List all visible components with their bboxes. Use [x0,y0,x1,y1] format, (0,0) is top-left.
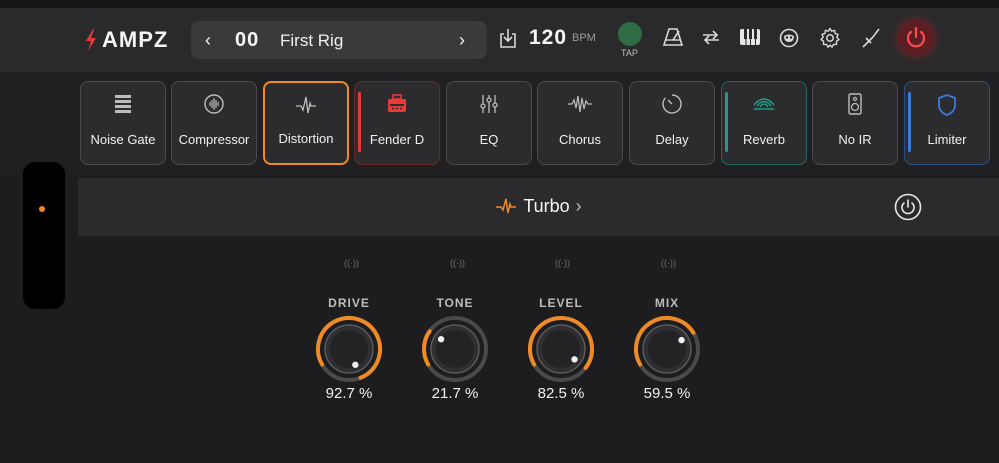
knob-value-arc [422,329,432,367]
knob-label-tone: TONE [436,296,474,310]
next-rig-button[interactable]: › [459,30,465,51]
fx-label: EQ [479,132,499,147]
knob-indicator [437,336,445,343]
fx-chorus[interactable]: Chorus [537,81,623,165]
amp-icon [388,94,406,112]
fx-reverb[interactable]: Reverb [721,81,807,165]
bpm-value[interactable]: 120 [529,26,567,50]
fx-fender-d[interactable]: Fender D [354,81,440,165]
gear-icon[interactable] [819,27,841,49]
delay-icon [662,94,682,114]
top-strip [0,0,999,8]
metronome-icon[interactable] [662,27,684,47]
fx-label: Distortion [278,131,334,146]
fx-label: Chorus [559,132,601,147]
fx-label: Reverb [743,132,785,147]
noise-gate-icon [115,95,131,113]
mask-icon[interactable] [779,28,799,48]
master-power-button[interactable] [898,20,934,56]
fx-limiter[interactable]: Limiter [904,81,990,165]
knob-face [330,330,368,368]
knob-label-drive: DRIVE [328,296,370,310]
bolt-icon [86,29,96,51]
knob-face [436,330,474,368]
fx-label: No IR [838,132,872,147]
fx-no-ir[interactable]: No IR [812,81,898,165]
fx-noise-gate[interactable]: Noise Gate [80,81,166,165]
keyboard-icon[interactable] [739,28,761,46]
app-logo: AMPZ [84,27,168,53]
tuner-icon[interactable] [860,27,882,49]
knob-label-level: LEVEL [539,296,583,310]
knob-indicator [352,361,359,368]
fx-compressor[interactable]: Compressor [171,81,257,165]
knob-indicator [571,356,578,363]
previous-rig-button[interactable]: ‹ [205,30,211,51]
knob-value-drive: 92.7 % [325,385,373,402]
loop-icon[interactable] [700,27,722,47]
knob-mix[interactable] [632,314,702,384]
waveform-icon [296,96,316,114]
import-icon[interactable] [499,28,517,48]
fx-label: Delay [655,132,689,147]
tap-label: TAP [621,48,638,58]
side-panel-handle[interactable] [23,162,65,309]
midi-assign-icon[interactable]: ((·)) [555,258,570,268]
knob-face [648,330,686,368]
midi-assign-icon[interactable]: ((·)) [450,258,465,268]
bpm-unit: BPM [572,32,596,44]
effect-power-button[interactable] [894,193,922,221]
knob-label-mix: MIX [654,296,680,310]
speaker-icon [848,93,862,115]
knob-value-level: 82.5 % [537,385,585,402]
fx-delay[interactable]: Delay [629,81,715,165]
shield-icon [938,94,956,116]
sliders-icon [480,95,498,113]
reverb-icon [753,98,775,110]
power-icon [906,26,926,48]
effect-header: Turbo › [78,178,999,236]
app-name: AMPZ [102,27,169,52]
knob-indicator [678,336,685,344]
chorus-icon [568,95,592,113]
fx-label: Noise Gate [90,132,156,147]
knob-level[interactable] [526,314,596,384]
fx-label: Limiter [927,132,967,147]
status-dot [39,206,45,212]
effect-model-selector[interactable]: Turbo › [78,196,999,217]
tap-tempo-button[interactable] [618,22,642,46]
fx-distortion[interactable]: Distortion [263,81,349,165]
fx-eq[interactable]: EQ [446,81,532,165]
knob-value-mix: 59.5 % [643,385,691,402]
fx-label: Compressor [178,132,250,147]
rig-selector[interactable]: ‹ 00 First Rig › [191,21,487,59]
midi-assign-icon[interactable]: ((·)) [344,258,359,268]
rig-name[interactable]: First Rig [280,31,343,51]
fx-label: Fender D [369,132,425,147]
midi-assign-icon[interactable]: ((·)) [661,258,676,268]
rig-number: 00 [235,29,260,51]
chevron-right-icon: › [575,196,582,216]
knob-tone[interactable] [420,314,490,384]
knob-value-tone: 21.7 % [431,385,479,402]
waveform-icon [496,198,517,214]
knob-drive[interactable] [314,314,384,384]
effect-model-name: Turbo [523,196,570,216]
compressor-icon [204,94,224,114]
